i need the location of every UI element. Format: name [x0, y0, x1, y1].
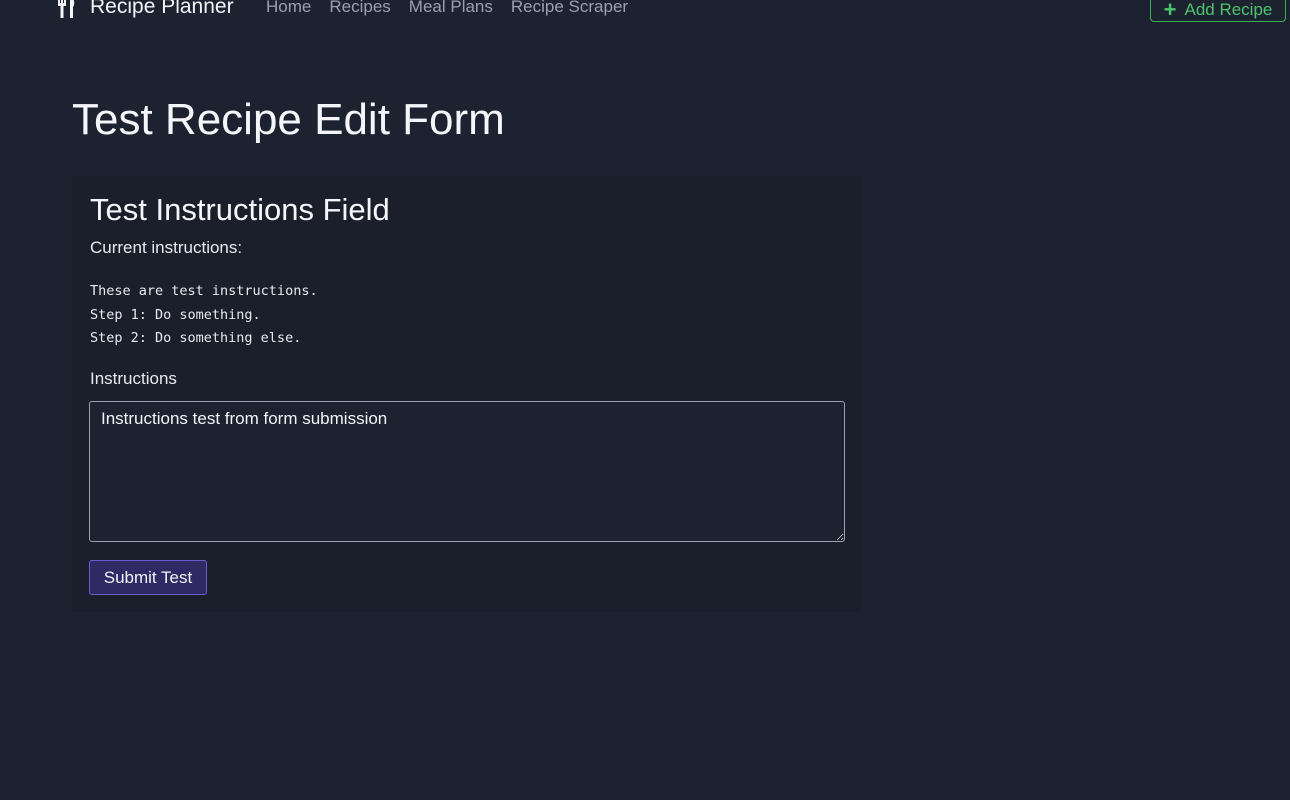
submit-test-button[interactable]: Submit Test [89, 560, 207, 595]
instructions-field-label: Instructions [90, 369, 177, 388]
add-recipe-label: Add Recipe [1184, 0, 1273, 19]
brand[interactable]: Recipe Planner [56, 0, 234, 18]
brand-name: Recipe Planner [90, 0, 234, 18]
current-instructions-text: These are test instructions. Step 1: Do … [90, 283, 318, 346]
nav-link-home[interactable]: Home [266, 0, 311, 17]
nav-links: Home Recipes Meal Plans Recipe Scraper [266, 0, 628, 17]
nav-link-recipe-scraper[interactable]: Recipe Scraper [511, 0, 628, 17]
current-instructions-label: Current instructions: [90, 238, 243, 257]
navbar: Recipe Planner Home Recipes Meal Plans R… [0, 0, 1290, 24]
instructions-textarea[interactable]: Instructions test from form submission [89, 401, 845, 542]
nav-link-recipes[interactable]: Recipes [329, 0, 390, 17]
card-title: Test Instructions Field [90, 192, 390, 227]
plus-icon: + [1163, 0, 1177, 22]
page-title: Test Recipe Edit Form [72, 95, 505, 144]
instructions-card: Test Instructions Field Current instruct… [72, 176, 862, 612]
fork-knife-icon [58, 0, 75, 18]
nav-link-meal-plans[interactable]: Meal Plans [409, 0, 493, 17]
add-recipe-button[interactable]: + Add Recipe [1150, 0, 1286, 22]
